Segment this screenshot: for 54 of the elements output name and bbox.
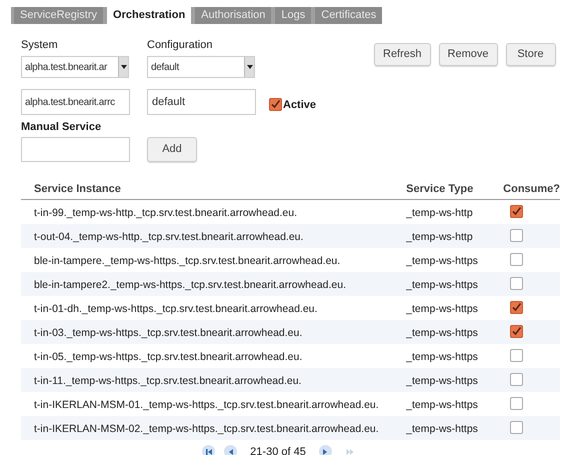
column-header: Service Instance <box>34 182 121 194</box>
table-cell: _temp-ws-https <box>406 398 478 410</box>
consume-checkbox[interactable] <box>510 205 524 218</box>
system-field[interactable]: alpha.test.bnearit.arrc <box>21 89 130 115</box>
consume-checkbox[interactable] <box>510 325 524 338</box>
add-button[interactable]: Add <box>147 137 197 162</box>
next-page-icon[interactable] <box>318 445 332 455</box>
field-label: System <box>21 38 59 53</box>
consume-checkbox[interactable] <box>510 421 524 434</box>
consume-checkbox[interactable] <box>510 349 524 362</box>
consume-checkbox[interactable] <box>510 301 524 314</box>
first-page-icon[interactable] <box>202 445 216 455</box>
configuration-field[interactable]: default <box>147 89 256 115</box>
configuration-select[interactable]: default <box>147 56 255 78</box>
previous-page-icon[interactable] <box>224 445 238 455</box>
table-cell: _temp-ws-https <box>406 278 478 290</box>
table-cell: t-in-99._temp-ws-http._tcp.srv.test.bnearit.arrowhead.eu. <box>34 206 298 218</box>
consume-checkbox[interactable] <box>510 373 524 386</box>
table-cell: t-in-IKERLAN-MSM-02._temp-ws-https._tcp.srv.test.bnearit.arrowhead.eu. <box>34 422 379 434</box>
field-label: Manual Service <box>21 120 102 133</box>
consume-checkbox[interactable] <box>510 229 524 242</box>
table-cell: _temp-ws-http <box>406 230 473 242</box>
table-cell: _temp-ws-https <box>406 302 478 314</box>
table-row[interactable]: t-in-IKERLAN-MSM-02._temp-ws-https._tcp.srv.test.bnearit.arrowhead.eu. _temp-ws-https <box>21 416 560 440</box>
table-cell: _temp-ws-https <box>406 350 478 362</box>
table-cell: _temp-ws-https <box>406 326 478 338</box>
table-cell: _temp-ws-https <box>406 374 478 386</box>
table-cell: _temp-ws-https <box>406 422 478 434</box>
table-cell: t-in-11._temp-ws-https._tcp.srv.test.bnearit.arrowhead.eu. <box>34 374 302 386</box>
toolbar-button[interactable]: Refresh <box>374 43 431 66</box>
toolbar-button[interactable]: Store <box>506 43 556 66</box>
page-indicator: 21-30 of 45 <box>249 444 307 455</box>
consume-checkbox[interactable] <box>510 397 524 410</box>
consume-checkbox[interactable] <box>510 253 524 266</box>
column-header: Consume? <box>503 182 560 194</box>
table-cell: ble-in-tampere2._temp-ws-https._tcp.srv.test.bnearit.arrowhead.eu. <box>34 278 346 290</box>
table-row[interactable]: t-in-11._temp-ws-https._tcp.srv.test.bnearit.arrowhead.eu. _temp-ws-https <box>21 368 560 392</box>
table-cell: _temp-ws-https <box>406 254 478 266</box>
consume-checkbox[interactable] <box>510 277 524 290</box>
table-cell: t-in-03._temp-ws-https._tcp.srv.test.bnearit.arrowhead.eu. <box>34 326 302 338</box>
checkbox-label: Active <box>283 98 316 114</box>
table-cell: t-out-04._temp-ws-http._tcp.srv.test.bnearit.arrowhead.eu. <box>34 230 304 242</box>
active-checkbox[interactable] <box>269 98 282 110</box>
table-cell: ble-in-tampere._temp-ws-https._tcp.srv.test.bnearit.arrowhead.eu. <box>34 254 340 266</box>
table-cell: t-in-01-dh._temp-ws-https._tcp.srv.test.bnearit.arrowhead.eu. <box>34 302 318 314</box>
table-cell: t-in-05._temp-ws-https._tcp.srv.test.bnearit.arrowhead.eu. <box>34 350 302 362</box>
tab[interactable]: Orchestration <box>107 7 192 24</box>
field-label: Configuration <box>147 38 214 53</box>
manual-service-field[interactable] <box>21 137 130 162</box>
column-header: Service Type <box>406 182 474 194</box>
toolbar-button[interactable]: Remove <box>438 43 498 66</box>
table-cell: t-in-IKERLAN-MSM-01._temp-ws-https._tcp.srv.test.bnearit.arrowhead.eu. <box>34 398 379 410</box>
table-cell: _temp-ws-http <box>406 206 473 218</box>
system-select[interactable]: alpha.test.bnearit.ar <box>21 56 129 78</box>
